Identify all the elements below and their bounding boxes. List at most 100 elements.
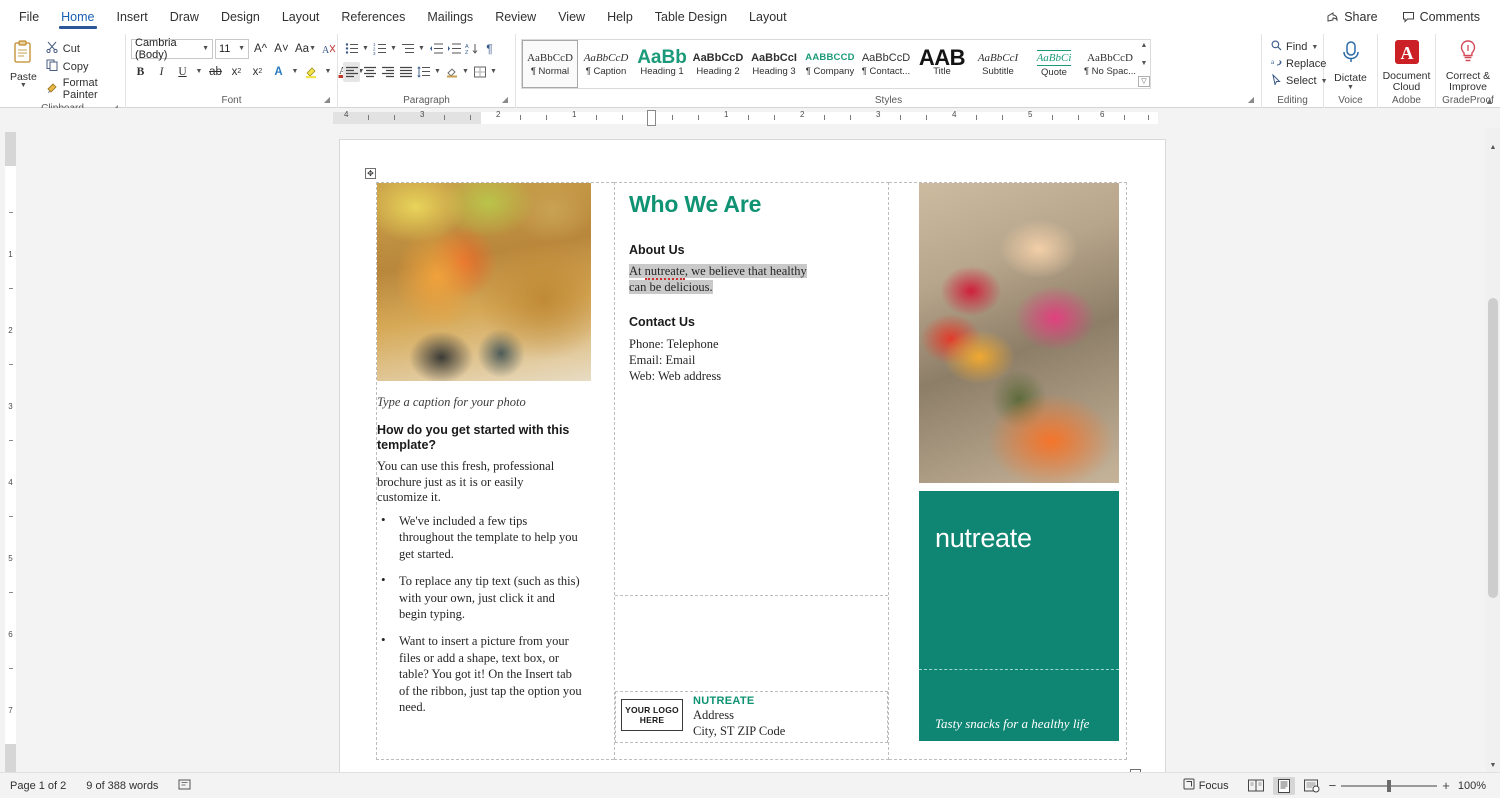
grow-font-icon[interactable]: A^ <box>251 39 270 59</box>
style-no-spacing[interactable]: AaBbCcD ¶ No Spac... <box>1082 40 1138 88</box>
photo-caption[interactable]: Type a caption for your photo <box>377 395 526 410</box>
multilevel-dropdown[interactable]: ▼ <box>417 39 426 59</box>
tab-table-design[interactable]: Table Design <box>644 4 738 31</box>
logo-placeholder[interactable]: YOUR LOGO HERE <box>621 699 683 731</box>
tab-design[interactable]: Design <box>210 4 271 31</box>
bold-button[interactable]: B <box>131 62 150 82</box>
find-button[interactable]: Find ▼ <box>1267 39 1332 55</box>
style-heading-1[interactable]: AaBb Heading 1 <box>634 40 690 88</box>
dictate-button[interactable]: Dictate ▼ <box>1329 37 1372 91</box>
page-indicator[interactable]: Page 1 of 2 <box>0 780 76 792</box>
style-quote[interactable]: AaBbCi Quote <box>1026 40 1082 88</box>
tab-table-layout[interactable]: Layout <box>738 4 798 31</box>
pantry-photo[interactable] <box>377 183 591 381</box>
scroll-down-icon[interactable]: ▼ <box>1138 59 1150 68</box>
horizontal-ruler[interactable]: 4 3 2 1 1 2 3 4 5 6 <box>0 108 1500 128</box>
collapse-ribbon-icon[interactable]: ▲ <box>1485 96 1494 106</box>
tab-view[interactable]: View <box>547 4 596 31</box>
underline-button[interactable]: U <box>173 62 192 82</box>
justify-icon[interactable] <box>397 62 414 82</box>
document-cloud-button[interactable]: A DocumentCloud <box>1383 37 1431 93</box>
document-page[interactable]: ✥ Type a caption for your photo How do y… <box>340 140 1165 772</box>
strikethrough-button[interactable]: ab <box>206 62 225 82</box>
tab-file[interactable]: File <box>8 4 50 31</box>
underline-dropdown[interactable]: ▼ <box>194 62 204 82</box>
proofing-status-icon[interactable] <box>168 778 201 794</box>
bullets-icon[interactable] <box>343 39 360 59</box>
chevron-down-icon[interactable]: ▼ <box>1311 44 1318 51</box>
clear-formatting-icon[interactable]: A <box>320 39 339 59</box>
font-name-combobox[interactable]: Cambria (Body) ▼ <box>131 39 213 59</box>
tab-mailings[interactable]: Mailings <box>416 4 484 31</box>
tab-references[interactable]: References <box>330 4 416 31</box>
numbering-dropdown[interactable]: ▼ <box>389 39 398 59</box>
paragraph-dialog-launcher[interactable]: ◢ <box>502 93 508 107</box>
highlight-color-icon[interactable] <box>302 62 321 82</box>
line-spacing-dropdown[interactable]: ▼ <box>433 62 442 82</box>
align-center-icon[interactable] <box>361 62 378 82</box>
font-dialog-launcher[interactable]: ◢ <box>324 93 330 107</box>
align-right-icon[interactable] <box>379 62 396 82</box>
chevron-down-icon[interactable]: ▼ <box>20 83 27 89</box>
scroll-up-icon[interactable]: ▲ <box>1486 140 1500 154</box>
style-contact[interactable]: AaBbCcD ¶ Contact... <box>858 40 914 88</box>
styles-dialog-launcher[interactable]: ◢ <box>1248 93 1254 107</box>
web-layout-button[interactable] <box>1301 777 1323 795</box>
style-subtitle[interactable]: AaBbCcI Subtitle <box>970 40 1026 88</box>
vertical-ruler[interactable]: 1 2 3 4 5 6 7 <box>2 132 19 772</box>
indent-marker[interactable] <box>647 110 656 126</box>
comments-button[interactable]: Comments <box>1392 6 1490 28</box>
styles-more-icon[interactable]: ▽ <box>1138 76 1150 87</box>
table-move-handle[interactable]: ✥ <box>365 168 376 179</box>
increase-indent-icon[interactable] <box>445 39 462 59</box>
tab-layout[interactable]: Layout <box>271 4 331 31</box>
correct-improve-button[interactable]: Correct &Improve <box>1442 37 1494 93</box>
subscript-button[interactable]: x2 <box>227 62 246 82</box>
text-effects-dropdown[interactable]: ▼ <box>290 62 300 82</box>
zoom-in-icon[interactable]: + <box>1442 778 1450 793</box>
tab-insert[interactable]: Insert <box>106 4 159 31</box>
style-company[interactable]: AABBCCD ¶ Company <box>802 40 858 88</box>
document-canvas[interactable]: ✥ Type a caption for your photo How do y… <box>20 128 1486 772</box>
read-mode-button[interactable] <box>1245 777 1267 795</box>
line-spacing-icon[interactable] <box>415 62 432 82</box>
paste-button[interactable]: Paste ▼ <box>5 37 42 89</box>
scrollbar-thumb[interactable] <box>1488 298 1498 598</box>
focus-button[interactable]: Focus <box>1173 778 1239 793</box>
bullets-dropdown[interactable]: ▼ <box>361 39 370 59</box>
shading-dropdown[interactable]: ▼ <box>461 62 470 82</box>
style-caption[interactable]: AaBbCcD ¶ Caption <box>578 40 634 88</box>
style-heading-3[interactable]: AaBbCcI Heading 3 <box>746 40 802 88</box>
zoom-slider[interactable]: − + <box>1329 778 1450 793</box>
show-formatting-marks-icon[interactable]: ¶ <box>481 39 498 59</box>
align-left-icon[interactable] <box>343 62 360 82</box>
tab-review[interactable]: Review <box>484 4 547 31</box>
print-layout-button[interactable] <box>1273 777 1295 795</box>
numbering-icon[interactable]: 123 <box>371 39 388 59</box>
tab-help[interactable]: Help <box>596 4 644 31</box>
style-normal[interactable]: AaBbCcD ¶ Normal <box>522 40 578 88</box>
sort-icon[interactable]: AZ <box>463 39 480 59</box>
zoom-track[interactable] <box>1341 780 1437 792</box>
italic-button[interactable]: I <box>152 62 171 82</box>
word-count[interactable]: 9 of 388 words <box>76 780 168 792</box>
format-painter-button[interactable]: Format Painter <box>42 76 120 102</box>
multilevel-list-icon[interactable] <box>399 39 416 59</box>
replace-button[interactable]: a Replace <box>1267 56 1332 72</box>
zoom-level[interactable]: 100% <box>1456 780 1488 792</box>
borders-icon[interactable] <box>471 62 488 82</box>
vertical-scrollbar[interactable]: ▲ ▼ <box>1486 128 1500 772</box>
highlight-dropdown[interactable]: ▼ <box>323 62 333 82</box>
zoom-out-icon[interactable]: − <box>1329 778 1337 793</box>
flower-market-photo[interactable] <box>919 183 1119 483</box>
share-button[interactable]: Share <box>1316 6 1387 28</box>
superscript-button[interactable]: x2 <box>248 62 267 82</box>
scroll-down-icon[interactable]: ▼ <box>1486 758 1500 772</box>
scroll-up-icon[interactable]: ▲ <box>1138 41 1150 50</box>
font-size-combobox[interactable]: 11 ▼ <box>215 39 249 59</box>
shading-icon[interactable] <box>443 62 460 82</box>
select-button[interactable]: Select ▼ <box>1267 73 1332 89</box>
shrink-font-icon[interactable]: A˅ <box>272 39 291 59</box>
decrease-indent-icon[interactable] <box>427 39 444 59</box>
change-case-icon[interactable]: Aa▼ <box>293 39 318 59</box>
